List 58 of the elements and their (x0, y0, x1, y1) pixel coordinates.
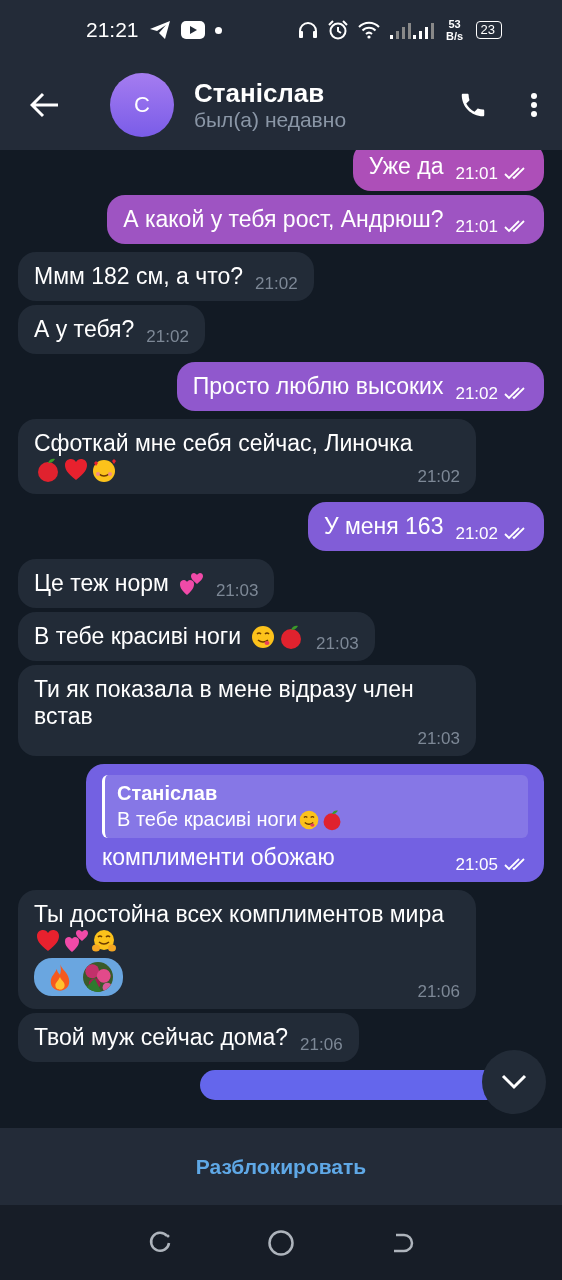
contact-name: Станіслав (194, 78, 325, 108)
unblock-button[interactable]: Разблокировать (179, 1146, 383, 1187)
message-time: 21:02 (255, 274, 298, 293)
message-time: 21:03 (215, 581, 259, 600)
smiling-face-icon (298, 809, 321, 831)
message-time: 21:02 (146, 327, 189, 346)
reaction-button[interactable] (34, 958, 123, 996)
smiling-face-icon (250, 623, 277, 650)
message-text: Ты достойна всех комплиментов мира (34, 901, 444, 928)
message-text: Ти як показала в мене відразу член встав (34, 676, 415, 730)
message-text: В тебе красиві ноги (34, 623, 242, 650)
home-icon (267, 1228, 295, 1257)
message-text: Це теж норм (34, 570, 169, 597)
message-text: Сфоткай мне себя сейчас, Линочка (34, 430, 413, 457)
clock: 21:21 (86, 18, 139, 42)
menu-icon (530, 92, 538, 118)
message-text: А какой у тебя рост, Андрюш? (123, 206, 444, 233)
reply-author: Станіслав (117, 781, 219, 805)
smiling-face-icon (91, 457, 117, 483)
chevron-down-icon (501, 1074, 527, 1090)
reply-text: В тебе красиві ноги (117, 808, 298, 830)
message-time: 21:01 (455, 164, 498, 183)
message-time: 21:01 (455, 217, 498, 236)
paper-plane-icon (148, 20, 171, 40)
message-time: 21:03 (316, 634, 359, 653)
wifi-icon (357, 21, 380, 39)
battery-indicator: 23 (475, 21, 502, 39)
back-arrow-icon (30, 92, 60, 118)
play-icon (180, 21, 205, 39)
message-time: 21:06 (300, 1035, 343, 1054)
hearts-icon (63, 928, 89, 954)
message-text: Просто люблю высоких (192, 373, 444, 400)
heart-icon (63, 457, 89, 483)
message-time: 21:02 (455, 384, 498, 403)
message-text: Ммм 182 см, а что? (34, 263, 244, 290)
alarm-icon (327, 20, 348, 40)
message-text: Твой муж сейчас дома? (34, 1024, 289, 1051)
message-time: 21:02 (417, 467, 460, 486)
message-time: 21:05 (455, 855, 498, 874)
network-speed: 53 B/s (444, 18, 465, 42)
message-text: комплименти обожаю (102, 844, 335, 871)
hugging-face-icon (91, 928, 117, 954)
message-text: У меня 163 (323, 513, 444, 540)
message-text: А у тебя? (34, 316, 135, 343)
message-time: 21:02 (455, 524, 498, 543)
dot-icon (214, 26, 222, 34)
signal-icon (389, 21, 434, 39)
recent-apps-icon (147, 1230, 172, 1255)
reply-quote[interactable]: Станіслав В тебе красиві ноги (102, 775, 528, 838)
apple-icon (35, 457, 61, 483)
hearts-icon (177, 570, 204, 597)
headphones-icon (297, 21, 318, 39)
message-text: Уже да (368, 153, 444, 180)
message-time: 21:06 (417, 982, 460, 1001)
avatar[interactable]: С (110, 73, 174, 137)
message-time: 21:03 (417, 729, 460, 748)
last-seen-status: был(а) недавно (194, 108, 347, 132)
heart-icon (35, 928, 61, 954)
